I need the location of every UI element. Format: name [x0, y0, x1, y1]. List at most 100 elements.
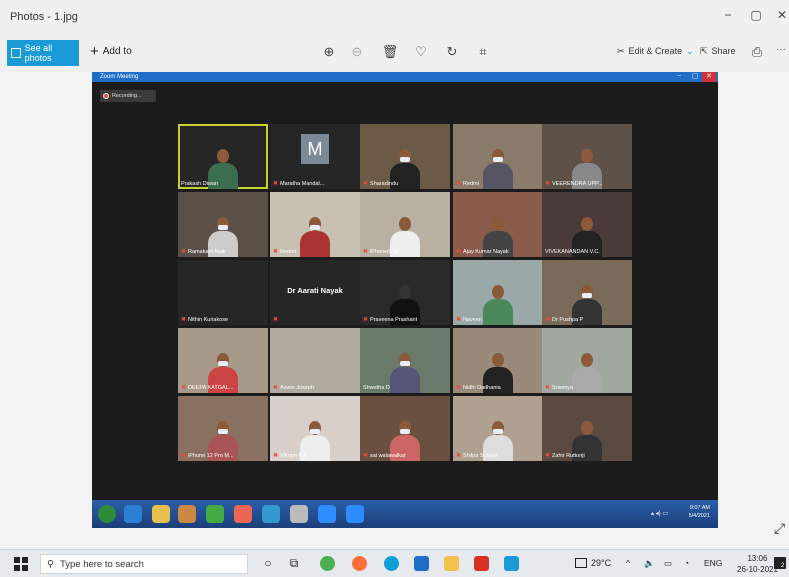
participant-name: ✖ Sowmya	[545, 384, 574, 392]
participant-tile: Shwetha D	[360, 328, 450, 393]
photos-app-icon[interactable]	[504, 556, 519, 571]
participant-name: ✖ Ramakant Naik	[181, 248, 226, 256]
network-icon[interactable]: ◔	[684, 558, 689, 568]
participant-tile: ✖ Ajay Kumar Nayak	[453, 192, 543, 257]
participant-tile: ✖ Naveen	[453, 260, 543, 325]
task-view-icon[interactable]: ⧉	[286, 556, 302, 571]
mic-muted-icon: ✖	[181, 385, 187, 391]
cortana-icon[interactable]: ○	[260, 556, 276, 570]
window-title: Photos - 1.jpg	[10, 11, 78, 23]
more-options-icon[interactable]: ···	[772, 44, 789, 55]
participant-tile: ✖ Aswin Joseph	[270, 328, 360, 393]
photo-viewer[interactable]: Zoom Meeting − ▢ ✕ Recording... Prakash …	[92, 72, 718, 528]
participant-tile: M ✖ Maratha Mandal...	[270, 124, 360, 189]
participant-tile: ✖ VEERENDRA UPP...	[542, 124, 632, 189]
input-language[interactable]: ENG	[704, 558, 722, 568]
system-clock[interactable]: 13:06 26-10-2021	[737, 553, 778, 575]
mic-muted-icon: ✖	[363, 249, 369, 255]
participant-name: ✖ Aswin Joseph	[273, 384, 314, 392]
participant-tile: ✖ DEEPA KATGAL...	[178, 328, 268, 393]
plus-icon: +	[90, 42, 99, 60]
weather-widget[interactable]: 29°C	[575, 558, 611, 568]
participant-video	[483, 285, 513, 325]
close-button[interactable]: ✕	[772, 8, 789, 22]
participant-name: ✖ Maratha Mandal...	[273, 180, 325, 188]
rotate-icon[interactable]: ↻	[443, 44, 461, 60]
chrome-icon[interactable]	[320, 556, 335, 571]
mic-muted-icon: ✖	[273, 385, 279, 391]
inner-clock-date: 5/4/2021	[688, 513, 710, 519]
mic-muted-icon: ✖	[273, 249, 279, 255]
inner-zoom-icon	[346, 505, 364, 523]
mic-muted-icon: ✖	[456, 453, 462, 459]
maximize-button[interactable]: ▢	[746, 8, 766, 22]
add-to-label: Add to	[102, 46, 132, 57]
expand-arrow-icon[interactable]: ⤢	[774, 520, 785, 537]
inner-tray-icons: ▴ ◂) ▭	[650, 511, 668, 517]
participant-tile: ✖ Redmi	[453, 124, 543, 189]
edit-create-button[interactable]: ✂ Edit & Create ⌄	[617, 46, 694, 57]
zoom-in-icon[interactable]: ⊕	[320, 44, 338, 60]
volume-icon[interactable]: 🔈	[644, 558, 655, 569]
participant-tile: ✖ Sowmya	[542, 328, 632, 393]
participant-tile: ✖ Shilpa Soman	[453, 396, 543, 461]
participant-tile: ✖ sai walawalkar	[360, 396, 450, 461]
taskbar-search-box[interactable]: ⚲ Type here to search	[40, 554, 248, 574]
share-icon: ⇱	[700, 46, 708, 56]
participant-name: ✖ Redmi	[273, 248, 296, 256]
mic-muted-icon: ✖	[456, 181, 462, 187]
recording-indicator: Recording...	[100, 90, 156, 102]
participant-name: ✖	[273, 316, 280, 323]
mic-muted-icon: ✖	[181, 317, 187, 323]
search-icon: ⚲	[47, 558, 54, 570]
photos-toolbar: See all photos + Add to ⊕ ⊖ 🗑 ♡ ↻ ⌗ ✂ Ed…	[0, 34, 789, 72]
battery-icon[interactable]: ▭	[664, 558, 672, 569]
mic-muted-icon: ✖	[456, 249, 462, 255]
participant-video	[483, 149, 513, 189]
mic-muted-icon: ✖	[181, 453, 187, 459]
participant-tile: ✖ Nithin Kuriakose	[178, 260, 268, 325]
zoom-close-icon: ✕	[702, 72, 716, 82]
share-button[interactable]: ⇱ Share	[700, 46, 736, 57]
mic-muted-icon: ✖	[273, 453, 279, 459]
crop-icon[interactable]: ⌗	[474, 44, 492, 60]
recording-dot-icon	[103, 93, 109, 99]
participant-name: ✖ Sharadindu	[363, 180, 399, 188]
add-to-button[interactable]: + Add to	[90, 42, 132, 60]
participant-tile: ✖ Ramakant Naik	[178, 192, 268, 257]
print-icon[interactable]: ⎙	[748, 44, 766, 60]
participant-tile: ✖ Vikram Pai	[270, 396, 360, 461]
windows-start-icon[interactable]	[14, 557, 28, 571]
favorite-heart-icon[interactable]: ♡	[412, 44, 430, 60]
participant-name: ✖ Zahir Ruttonji	[545, 452, 585, 460]
title-bar: Photos - 1.jpg − ▢ ✕	[0, 0, 789, 34]
outlook-icon[interactable]	[414, 556, 429, 571]
edit-create-label: Edit & Create	[628, 46, 683, 56]
delete-icon[interactable]: 🗑	[381, 44, 399, 60]
mic-muted-icon: ✖	[273, 317, 279, 323]
minimize-button[interactable]: −	[718, 8, 738, 22]
participant-name: Shwetha D	[363, 385, 390, 391]
participant-tile: ✖ Sharadindu	[360, 124, 450, 189]
edge-icon[interactable]	[384, 556, 399, 571]
share-label: Share	[711, 46, 736, 56]
participant-name: ✖ Naveen	[456, 316, 482, 324]
inner-taskbar: ▴ ◂) ▭ 9:07 AM 5/4/2021	[92, 500, 718, 528]
show-hidden-icons-chevron-icon[interactable]: ^	[626, 558, 630, 568]
participant-name: ✖ DEEPA KATGAL...	[181, 384, 234, 392]
firefox-icon[interactable]	[352, 556, 367, 571]
zoom-window-titlebar: Zoom Meeting − ▢ ✕	[92, 72, 718, 82]
zoom-maximize-icon: ▢	[691, 73, 699, 80]
windows-taskbar: ⚲ Type here to search ○ ⧉ 29°C ^ 🔈 ▭ ◔ E…	[0, 549, 789, 577]
inner-clock-time: 9:07 AM	[689, 505, 710, 511]
inner-start-icon	[98, 505, 116, 523]
acrobat-icon[interactable]	[474, 556, 489, 571]
inner-clock: 9:07 AM 5/4/2021	[689, 504, 710, 520]
participant-video	[572, 353, 602, 393]
zoom-out-icon[interactable]: ⊖	[348, 44, 366, 60]
participant-tile: ✖ Dr Pushpa P	[542, 260, 632, 325]
file-explorer-icon[interactable]	[444, 556, 459, 571]
participant-name: ✖ iPhone(Raj)	[363, 248, 400, 256]
see-all-photos-button[interactable]: See all photos	[7, 40, 79, 66]
mic-muted-icon: ✖	[456, 385, 462, 391]
